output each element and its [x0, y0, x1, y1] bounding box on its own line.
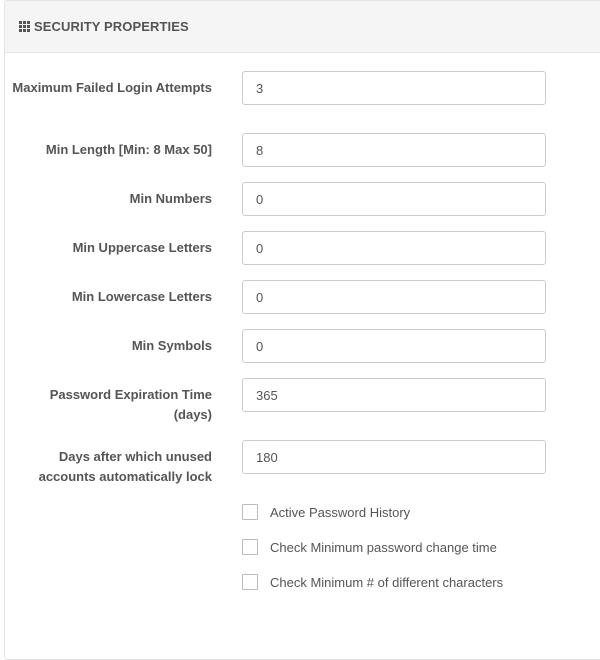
- min-different-characters-checkbox[interactable]: [242, 574, 258, 590]
- password-expiration-input[interactable]: [242, 378, 546, 412]
- min-password-change-time-row[interactable]: Check Minimum password change time: [242, 537, 497, 557]
- min-length-input[interactable]: [242, 133, 546, 167]
- min-length-label: Min Length [Min: 8 Max 50]: [45, 142, 212, 157]
- min-numbers-input[interactable]: [242, 182, 546, 216]
- unused-accounts-lock-input[interactable]: [242, 440, 546, 474]
- grid-icon: [19, 21, 30, 32]
- min-password-change-time-checkbox[interactable]: [242, 539, 258, 555]
- min-symbols-label: Min Symbols: [131, 338, 212, 353]
- active-password-history-row[interactable]: Active Password History: [242, 502, 410, 522]
- min-symbols-input[interactable]: [242, 329, 546, 363]
- active-password-history-checkbox[interactable]: [242, 504, 258, 520]
- min-different-characters-row[interactable]: Check Minimum # of different characters: [242, 572, 503, 592]
- min-password-change-time-label: Check Minimum password change time: [270, 539, 497, 555]
- min-lowercase-input[interactable]: [242, 280, 546, 314]
- unused-accounts-lock-label: Days after which unused accounts automat…: [38, 449, 212, 484]
- panel-header: SECURITY PROPERTIES: [5, 1, 600, 53]
- min-numbers-label: Min Numbers: [129, 191, 212, 206]
- min-uppercase-label: Min Uppercase Letters: [72, 240, 212, 255]
- panel-title: SECURITY PROPERTIES: [34, 19, 189, 34]
- min-lowercase-label: Min Lowercase Letters: [71, 289, 212, 304]
- max-failed-login-input[interactable]: [242, 71, 546, 105]
- min-different-characters-label: Check Minimum # of different characters: [270, 574, 504, 590]
- active-password-history-label: Active Password History: [270, 504, 411, 520]
- min-uppercase-input[interactable]: [242, 231, 546, 265]
- max-failed-login-label: Maximum Failed Login Attempts: [12, 80, 212, 95]
- password-expiration-label: Password Expiration Time (days): [49, 387, 212, 422]
